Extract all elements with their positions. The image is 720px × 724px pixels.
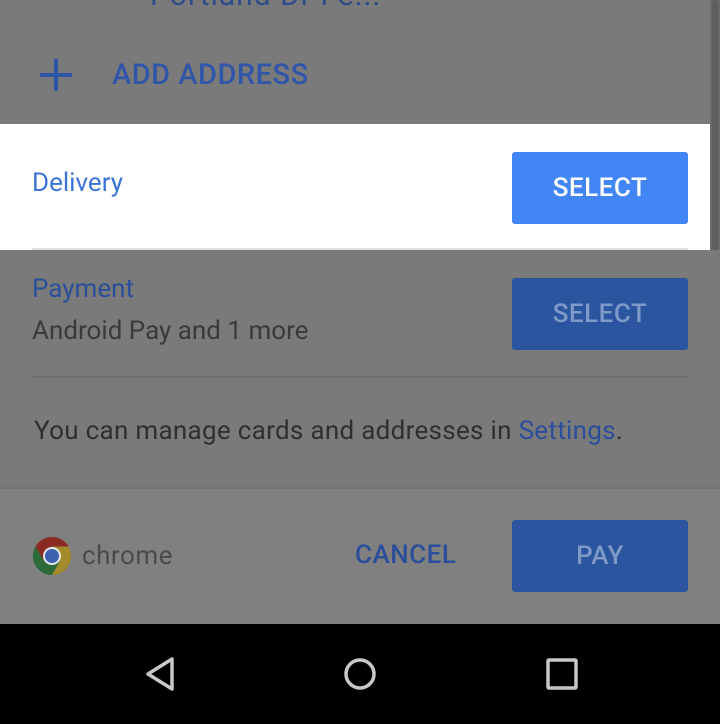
settings-note-text: You can manage cards and addresses in bbox=[34, 416, 519, 446]
delivery-label: Delivery bbox=[32, 168, 124, 198]
divider bbox=[32, 376, 688, 378]
home-button[interactable] bbox=[320, 624, 400, 724]
cancel-button[interactable]: CANCEL bbox=[355, 540, 456, 570]
footer-divider bbox=[0, 487, 720, 489]
scrollbar[interactable] bbox=[710, 0, 720, 250]
home-circle-icon bbox=[344, 658, 376, 690]
chrome-branding: chrome bbox=[32, 536, 173, 576]
plus-icon bbox=[38, 57, 74, 93]
pay-button[interactable]: PAY bbox=[512, 520, 688, 592]
add-address-row[interactable]: ADD ADDRESS bbox=[38, 52, 309, 98]
settings-note: You can manage cards and addresses in Se… bbox=[34, 416, 623, 446]
android-nav-bar bbox=[0, 624, 720, 724]
chrome-brand-label: chrome bbox=[82, 541, 173, 571]
settings-note-suffix: . bbox=[615, 416, 624, 446]
settings-link[interactable]: Settings bbox=[519, 416, 616, 446]
payment-subtitle: Android Pay and 1 more bbox=[32, 316, 309, 346]
divider bbox=[32, 248, 688, 250]
payment-select-button[interactable]: SELECT bbox=[512, 278, 688, 350]
recents-button[interactable] bbox=[522, 624, 602, 724]
chrome-logo-icon bbox=[32, 536, 72, 576]
back-triangle-icon bbox=[146, 657, 174, 691]
add-address-label: ADD ADDRESS bbox=[112, 58, 309, 92]
recents-square-icon bbox=[546, 658, 578, 690]
delivery-select-button[interactable]: SELECT bbox=[512, 152, 688, 224]
cut-off-address-text: Portland Dr Fe... bbox=[150, 0, 381, 13]
delivery-section: Delivery SELECT bbox=[0, 124, 710, 250]
back-button[interactable] bbox=[120, 624, 200, 724]
payment-label: Payment bbox=[32, 274, 134, 304]
